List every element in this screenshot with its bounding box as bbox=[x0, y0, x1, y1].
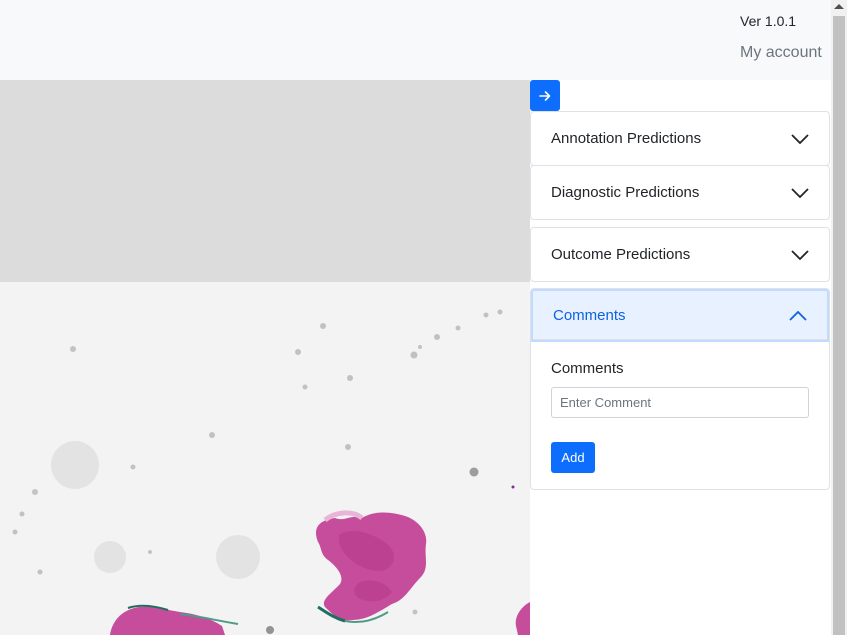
arrow-right-icon bbox=[539, 90, 551, 101]
accordion-header-annotation-predictions[interactable]: Annotation Predictions bbox=[531, 112, 829, 165]
accordion-annotation-predictions: Annotation Predictions bbox=[530, 111, 830, 166]
accordion-title: Annotation Predictions bbox=[551, 130, 702, 147]
top-navbar: Ver 1.0.1 My account bbox=[0, 0, 831, 80]
tissue-image bbox=[12, 309, 530, 635]
chevron-down-icon bbox=[791, 249, 809, 260]
viewer-empty-area bbox=[0, 80, 530, 282]
add-comment-button[interactable]: Add bbox=[551, 442, 595, 473]
page-scrollbar[interactable] bbox=[831, 0, 847, 635]
chevron-down-icon bbox=[791, 187, 809, 198]
accordion-title: Outcome Predictions bbox=[551, 246, 691, 263]
accordion-comments: Comments Comments Add bbox=[530, 288, 830, 490]
version-label: Ver 1.0.1 bbox=[740, 13, 797, 29]
accordion-outcome-predictions: Outcome Predictions bbox=[530, 227, 830, 282]
chevron-up-icon bbox=[789, 310, 807, 321]
accordion-title: Comments bbox=[553, 307, 626, 324]
comments-field-label: Comments bbox=[551, 360, 624, 377]
slide-viewer[interactable] bbox=[0, 80, 530, 635]
slide-image[interactable] bbox=[0, 282, 530, 635]
my-account-link[interactable]: My account bbox=[740, 44, 822, 62]
scrollbar-thumb[interactable] bbox=[833, 16, 845, 635]
accordion-header-comments[interactable]: Comments bbox=[531, 289, 829, 342]
chevron-down-icon bbox=[791, 133, 809, 144]
scroll-up-arrow-icon[interactable] bbox=[834, 4, 844, 9]
comment-input[interactable] bbox=[551, 387, 809, 418]
collapse-sidebar-button[interactable] bbox=[530, 80, 560, 111]
accordion-header-outcome-predictions[interactable]: Outcome Predictions bbox=[531, 228, 829, 281]
comments-body: Comments Add bbox=[531, 342, 829, 489]
accordion-diagnostic-predictions: Diagnostic Predictions bbox=[530, 165, 830, 220]
accordion-title: Diagnostic Predictions bbox=[551, 184, 700, 201]
accordion-header-diagnostic-predictions[interactable]: Diagnostic Predictions bbox=[531, 166, 829, 219]
